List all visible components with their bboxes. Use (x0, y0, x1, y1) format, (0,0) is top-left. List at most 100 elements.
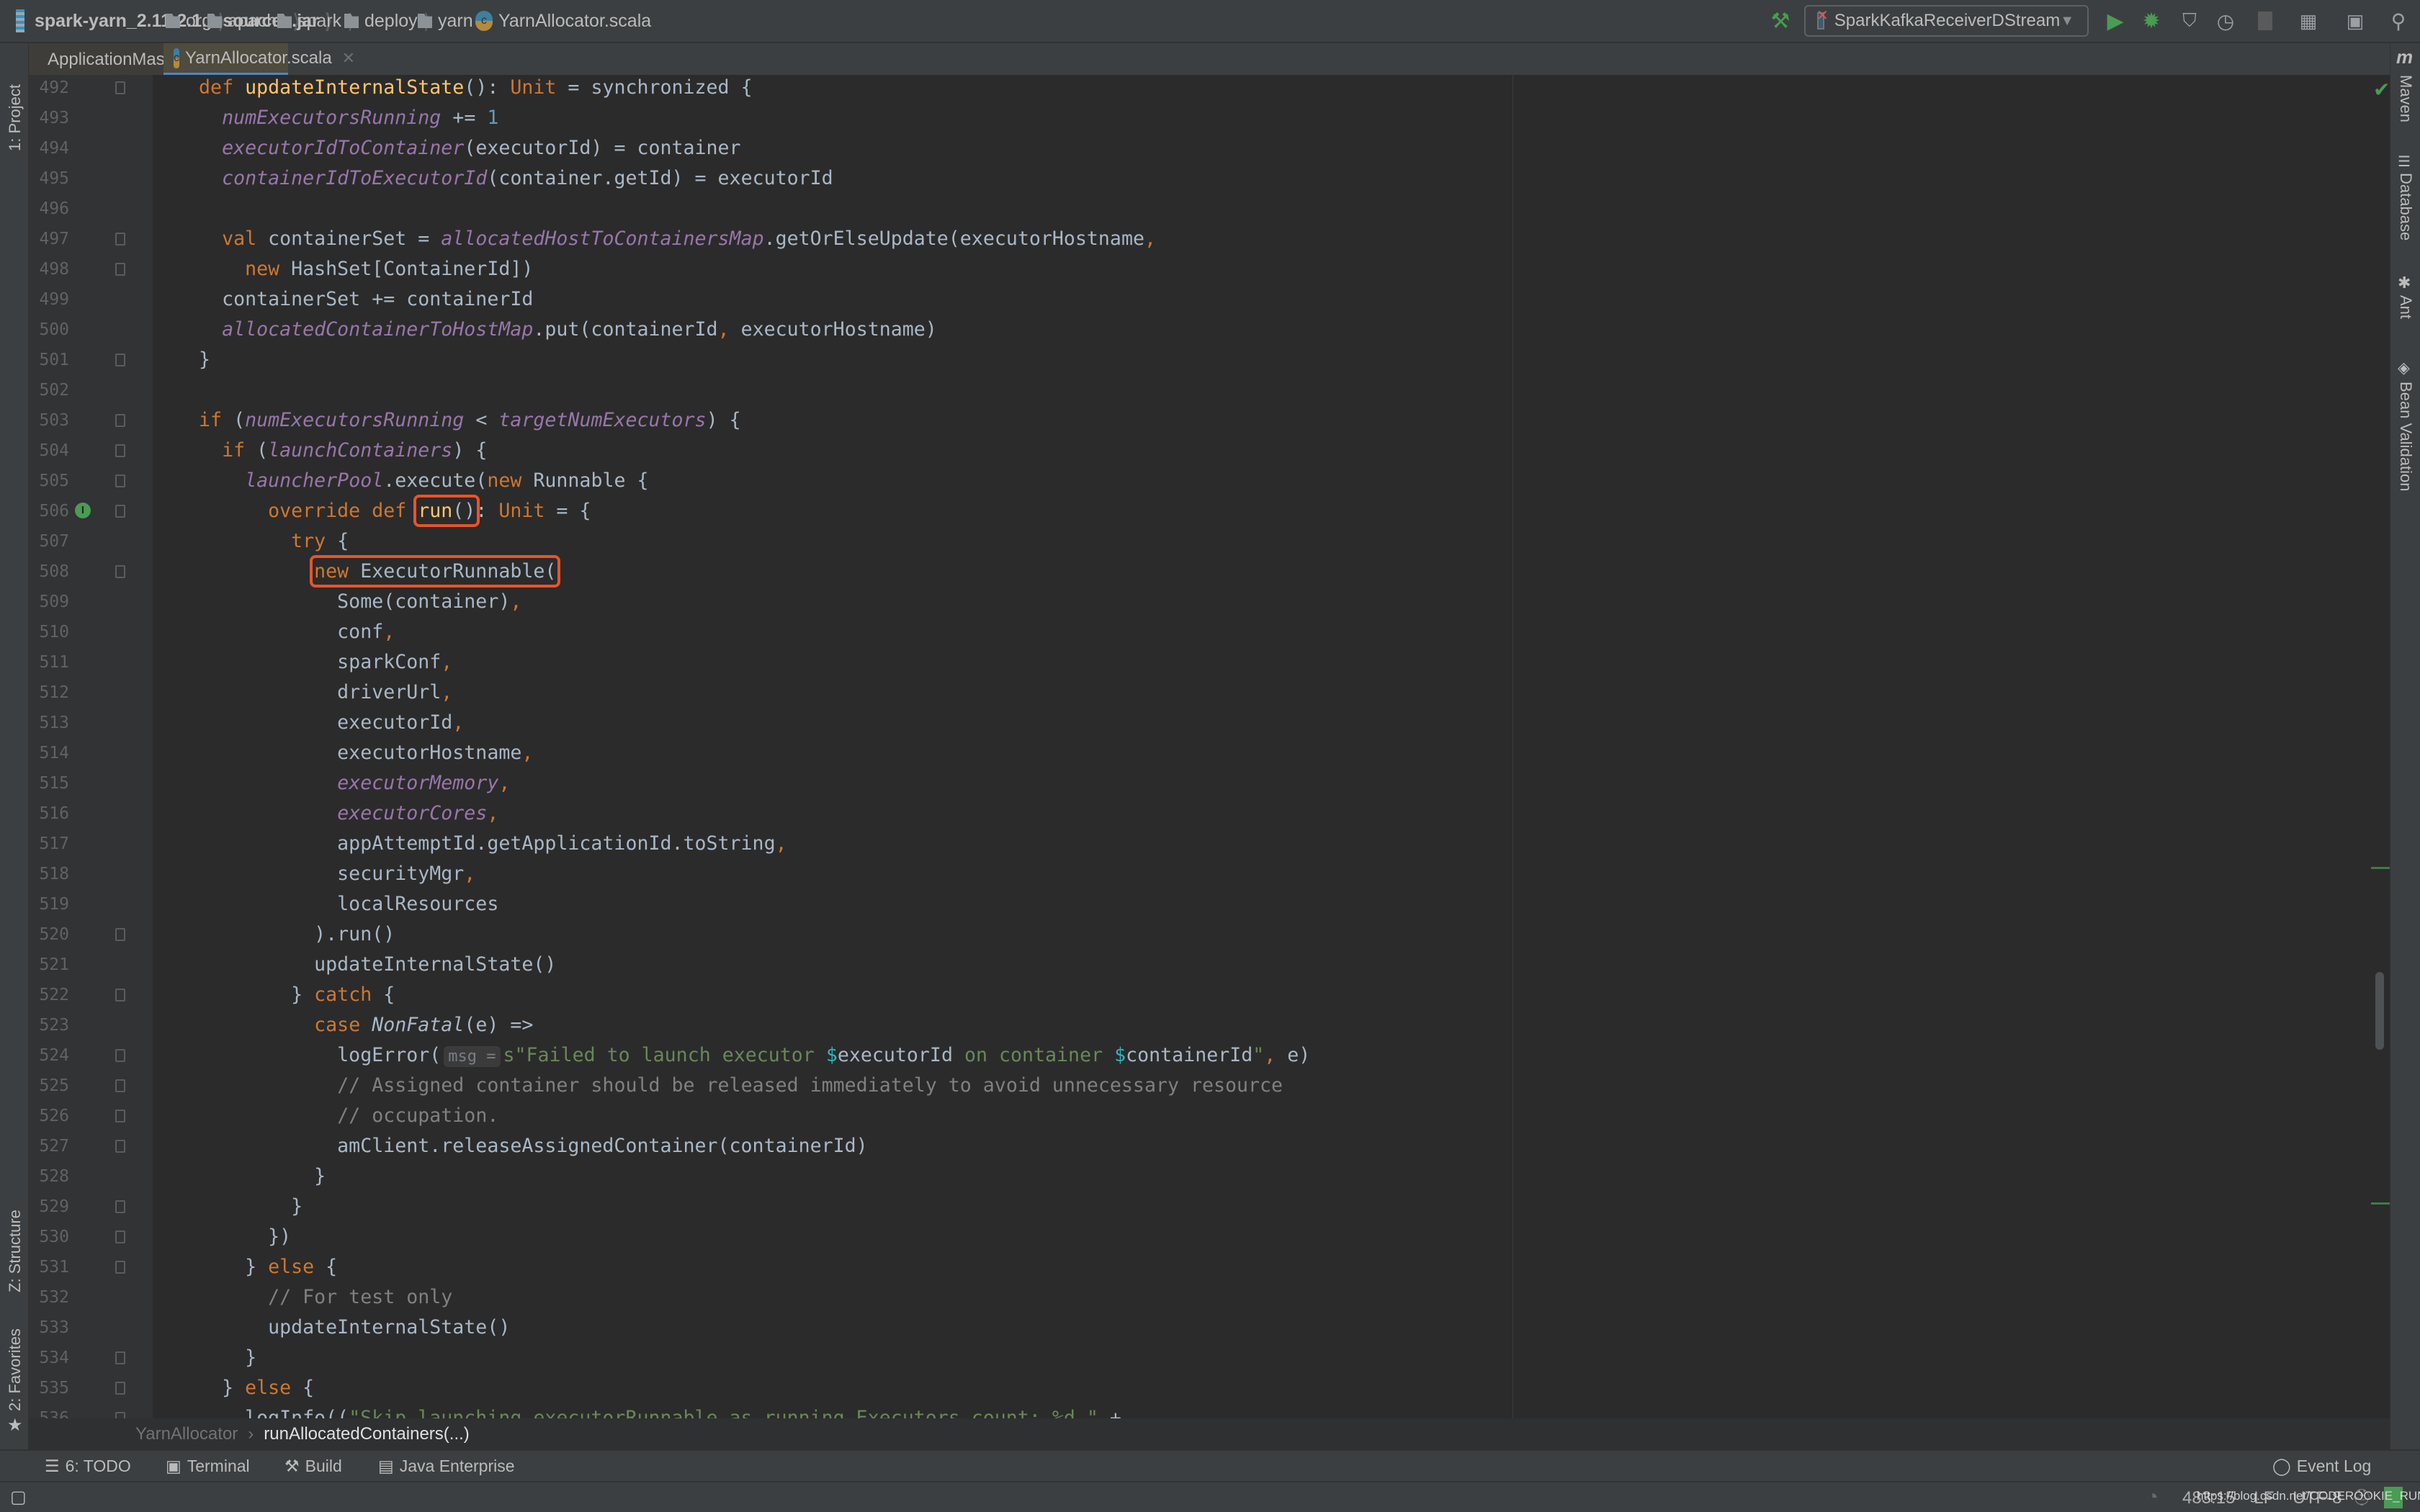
tab-yarn-allocator[interactable]: c YarnAllocator.scala ✕ (163, 43, 355, 76)
fold-marker-icon[interactable] (115, 1261, 125, 1274)
fold-marker-icon[interactable] (115, 474, 125, 487)
code-line[interactable]: def updateInternalState(): Unit = synchr… (153, 75, 753, 103)
run-icon[interactable]: ▶ (2103, 9, 2128, 33)
breadcrumb-item[interactable]: c YarnAllocator.scala (475, 0, 651, 42)
code-editor[interactable]: 492 def updateInternalState(): Unit = sy… (29, 75, 2390, 1418)
fold-marker-icon[interactable] (115, 505, 125, 518)
code-line[interactable]: conf, (153, 617, 395, 647)
code-line[interactable]: driverUrl, (153, 678, 452, 708)
todo-tool-button[interactable]: ☰ 6: TODO (45, 1451, 131, 1481)
code-line[interactable]: containerSet += containerId (153, 284, 533, 315)
code-line[interactable]: launcherPool.execute(new Runnable { (153, 466, 648, 496)
fold-marker-icon[interactable] (115, 1200, 125, 1213)
code-line[interactable]: sparkConf, (153, 647, 452, 678)
event-log-tool-button[interactable]: ◯ Event Log (2272, 1451, 2371, 1481)
vertical-scrollbar[interactable] (2375, 972, 2384, 1050)
maven-tool-button[interactable]: Maven (2396, 75, 2415, 122)
search-icon[interactable]: ⚲ (2386, 9, 2411, 33)
bean-validation-tool-button[interactable]: Bean Validation (2396, 382, 2415, 492)
memory-indicator-icon[interactable]: ◔ (2146, 1485, 2159, 1508)
code-line[interactable]: logError(msg = s"Failed to launch executo… (153, 1040, 1310, 1071)
code-line[interactable]: } else { (153, 1252, 337, 1282)
code-line[interactable]: containerIdToExecutorId(container.getId)… (153, 163, 833, 194)
code-line[interactable]: executorCores, (153, 798, 498, 829)
profile-icon[interactable]: ◷ (2213, 9, 2238, 33)
code-line[interactable]: if (numExecutorsRunning < targetNumExecu… (153, 405, 741, 436)
fold-marker-icon[interactable] (115, 81, 125, 94)
run-with-coverage-icon[interactable]: ⛉ (2177, 9, 2202, 33)
tool-windows-toggle-icon[interactable]: ▢ (10, 1487, 27, 1508)
code-line[interactable]: } (153, 1161, 326, 1192)
code-line[interactable]: executorMemory, (153, 768, 510, 798)
close-icon[interactable]: ✕ (342, 49, 355, 68)
code-line[interactable]: override def run(): Unit = { (153, 495, 591, 527)
code-line[interactable]: updateInternalState() (153, 1313, 510, 1343)
tab-application-master[interactable]: ApplicationMaster.scala ✕ (29, 43, 253, 76)
code-line[interactable]: // Assigned container should be released… (153, 1071, 1283, 1101)
stop-icon[interactable] (2253, 9, 2277, 33)
code-line[interactable]: executorIdToContainer(executorId) = cont… (153, 133, 741, 163)
code-line[interactable]: } (153, 1192, 302, 1222)
code-line[interactable]: val containerSet = allocatedHostToContai… (153, 224, 1156, 254)
code-line[interactable]: amClient.releaseAssignedContainer(contai… (153, 1131, 868, 1161)
code-line[interactable]: localResources (153, 889, 498, 919)
breadcrumb-method[interactable]: runAllocatedContainers(...) (264, 1424, 469, 1444)
code-line[interactable]: numExecutorsRunning += 1 (153, 103, 498, 133)
fold-marker-icon[interactable] (115, 1110, 125, 1122)
code-line[interactable]: ).run() (153, 919, 395, 950)
code-line[interactable]: Some(container), (153, 587, 521, 617)
fold-marker-icon[interactable] (115, 565, 125, 578)
fold-marker-icon[interactable] (115, 1140, 125, 1153)
code-line[interactable]: } (153, 1343, 256, 1373)
fold-marker-icon[interactable] (115, 1412, 125, 1418)
code-line[interactable]: } else { (153, 1373, 314, 1403)
fold-marker-icon[interactable] (115, 1382, 125, 1395)
code-line[interactable]: // For test only (153, 1282, 452, 1313)
fold-marker-icon[interactable] (115, 444, 125, 457)
project-tool-button[interactable]: 1: Project (6, 84, 24, 151)
breadcrumb-class[interactable]: YarnAllocator (135, 1424, 238, 1444)
structure-tool-button[interactable]: Z: Structure (6, 1210, 24, 1292)
debug-icon[interactable]: ✹ (2139, 9, 2164, 33)
code-line[interactable]: try { (153, 526, 349, 557)
code-line[interactable]: }) (153, 1222, 291, 1252)
code-line[interactable]: } (153, 345, 210, 375)
fold-marker-icon[interactable] (115, 928, 125, 941)
code-line[interactable]: logInfo(("Skip launching executorRunnabl… (153, 1403, 1121, 1418)
ant-tool-button[interactable]: Ant (2396, 295, 2415, 319)
fold-marker-icon[interactable] (115, 414, 125, 427)
fold-marker-icon[interactable] (115, 233, 125, 246)
build-hammer-icon[interactable]: ⚒ (1768, 9, 1793, 33)
code-line[interactable]: securityMgr, (153, 859, 475, 889)
code-line[interactable]: if (launchContainers) { (153, 436, 487, 466)
line-number: 504 (39, 441, 69, 460)
change-marker[interactable] (2371, 867, 2390, 869)
database-tool-button[interactable]: Database (2396, 173, 2415, 240)
fold-marker-icon[interactable] (115, 989, 125, 1002)
fold-marker-icon[interactable] (115, 1079, 125, 1092)
code-line[interactable]: allocatedContainerToHostMap.put(containe… (153, 315, 937, 345)
implements-method-icon[interactable]: I (75, 503, 91, 518)
code-line[interactable]: // occupation. (153, 1101, 498, 1131)
code-line[interactable]: new HashSet[ContainerId]) (153, 254, 533, 284)
code-line[interactable]: executorHostname, (153, 738, 533, 768)
code-line[interactable]: } catch { (153, 980, 395, 1010)
fold-marker-icon[interactable] (115, 1230, 125, 1243)
terminal-tool-button[interactable]: ▣ Terminal (166, 1451, 250, 1481)
code-line[interactable]: executorId, (153, 708, 464, 738)
build-tool-button[interactable]: ⚒ Build (284, 1451, 342, 1481)
project-structure-icon[interactable]: ▦ (2296, 9, 2321, 33)
fold-marker-icon[interactable] (115, 1049, 125, 1062)
code-line[interactable]: case NonFatal(e) => (153, 1010, 533, 1040)
change-marker[interactable] (2371, 1202, 2390, 1205)
fold-marker-icon[interactable] (115, 263, 125, 276)
code-line[interactable]: updateInternalState() (153, 950, 556, 980)
run-configuration-dropdown[interactable]: ✕ SparkKafkaReceiverDStream ▼ (1804, 5, 2089, 37)
favorites-tool-button[interactable]: 2: Favorites (6, 1328, 24, 1411)
code-line[interactable]: appAttemptId.getApplicationId.toString, (153, 829, 786, 859)
terminal-icon[interactable]: ▣ (2343, 9, 2367, 33)
fold-marker-icon[interactable] (115, 1351, 125, 1364)
code-line[interactable]: new ExecutorRunnable( (153, 555, 561, 588)
fold-marker-icon[interactable] (115, 354, 125, 366)
java-enterprise-tool-button[interactable]: ▤ Java Enterprise (378, 1451, 515, 1481)
